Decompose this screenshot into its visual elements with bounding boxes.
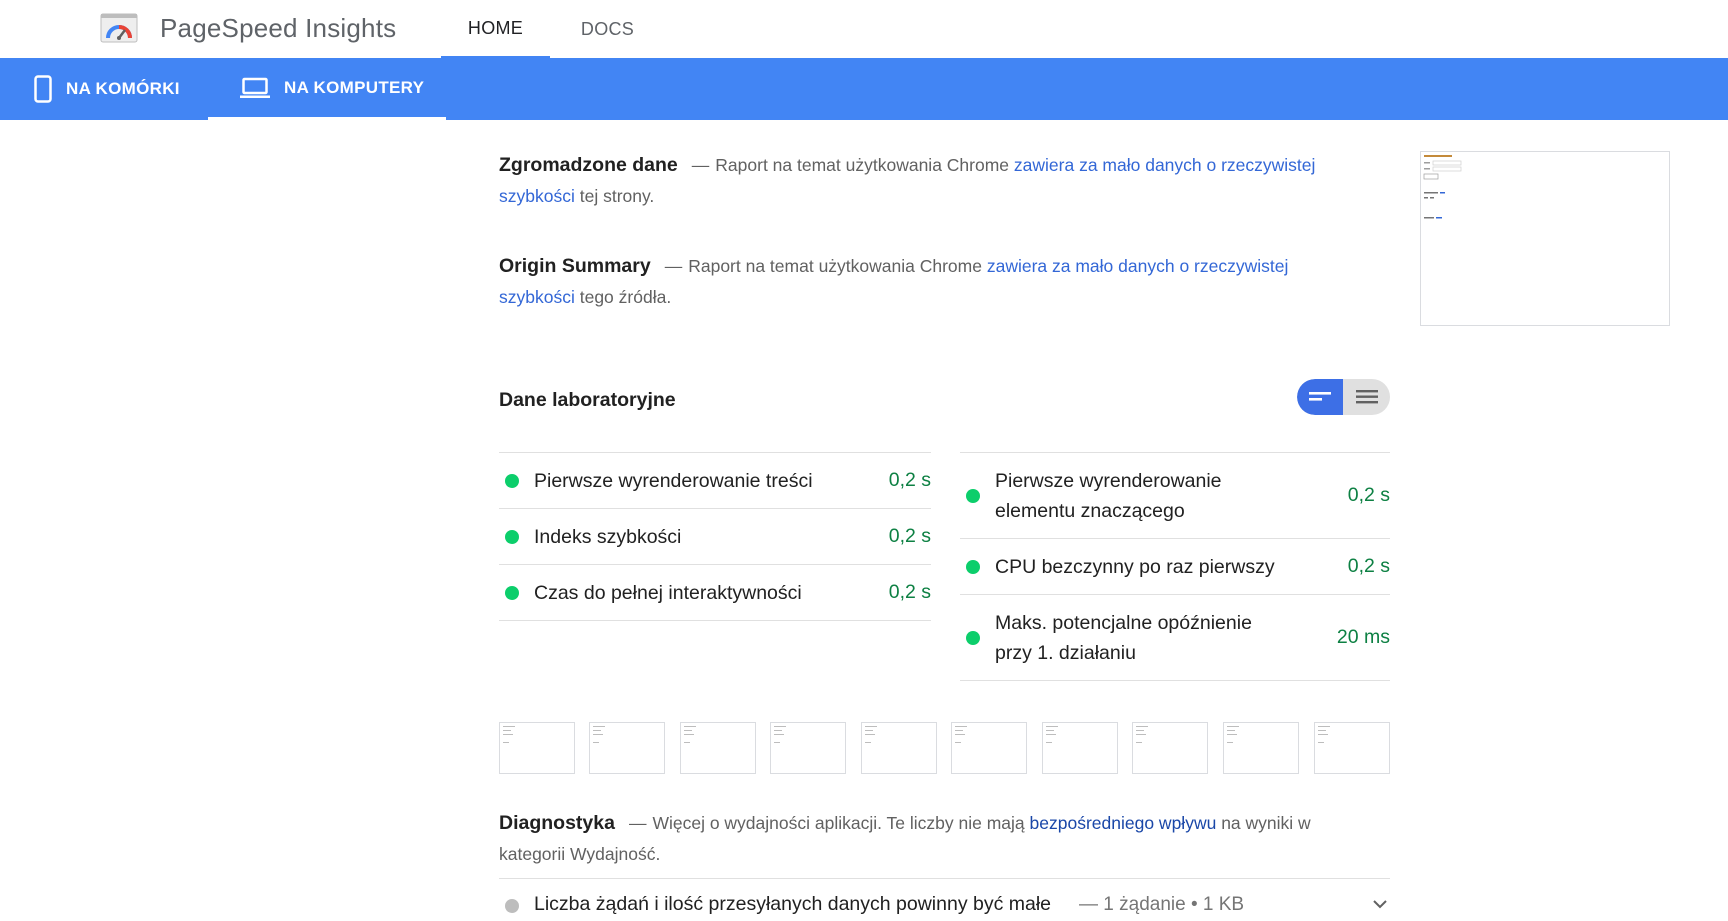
metric-row: CPU bezczynny po raz pierwszy 0,2 s xyxy=(960,538,1390,594)
diagnostics-title: Diagnostyka xyxy=(499,812,615,834)
origin-summary-text: Raport na temat użytkowania Chrome xyxy=(688,256,982,276)
list-lines-view-button[interactable] xyxy=(1343,379,1390,415)
filmstrip-frame xyxy=(499,722,575,774)
tab-desktop[interactable]: NA KOMPUTERY xyxy=(208,58,446,120)
pass-indicator-icon xyxy=(505,585,519,600)
filmstrip-frame xyxy=(680,722,756,774)
metric-label: Pierwsze wyrenderowanie treści xyxy=(534,469,813,492)
metric-row: Czas do pełnej interaktywności 0,2 s xyxy=(499,564,931,621)
metric-value: 20 ms xyxy=(1336,626,1390,648)
filmstrip-frame xyxy=(1042,722,1118,774)
app-title[interactable]: PageSpeed Insights xyxy=(160,13,396,44)
short-lines-view-button[interactable] xyxy=(1297,379,1343,415)
diagnostics-dash: — xyxy=(628,813,647,833)
metric-row: Pierwsze wyrenderowanie treści 0,2 s xyxy=(499,452,931,508)
filmstrip-frame xyxy=(770,722,846,774)
informative-indicator-icon xyxy=(505,899,519,913)
pass-indicator-icon xyxy=(505,473,519,488)
metric-label: Czas do pełnej interaktywności xyxy=(534,581,802,604)
smartphone-icon xyxy=(34,75,52,103)
laptop-icon xyxy=(240,77,270,98)
origin-summary-dash: — xyxy=(664,256,683,276)
short-lines-icon xyxy=(1309,392,1331,401)
metric-value: 0,2 s xyxy=(888,469,931,491)
list-lines-icon xyxy=(1355,390,1378,404)
top-header: PageSpeed Insights HOME DOCS xyxy=(0,0,1728,58)
filmstrip-frame xyxy=(589,722,665,774)
metric-label: Pierwsze wyrenderowanie elementu znacząc… xyxy=(995,469,1222,522)
pass-indicator-icon xyxy=(966,488,980,503)
metric-label: CPU bezczynny po raz pierwszy xyxy=(995,555,1275,578)
field-data-text-after: tej strony. xyxy=(579,186,655,206)
filmstrip-frame xyxy=(951,722,1027,774)
field-data-text: Raport na temat użytkowania Chrome xyxy=(715,155,1010,175)
lab-data-title: Dane laboratoryjne xyxy=(499,389,676,411)
nav-tab-docs[interactable]: DOCS xyxy=(570,0,645,58)
final-screenshot xyxy=(1420,151,1670,326)
metric-value: 0,2 s xyxy=(888,581,931,603)
view-toggle xyxy=(1297,379,1390,415)
audit-display-value: — 1 żądanie • 1 KB xyxy=(1079,894,1245,915)
field-data-section: Zgromadzone dane — Raport na temat użytkow… xyxy=(499,150,1329,212)
pagespeed-logo[interactable] xyxy=(100,12,138,44)
metrics-left-column: Pierwsze wyrenderowanie treści 0,2 s Ind… xyxy=(499,452,931,621)
origin-summary-section: Origin Summary — Raport na temat użytkowan… xyxy=(499,251,1329,313)
origin-summary-text-after: tego źródła. xyxy=(579,287,672,307)
metric-value: 0,2 s xyxy=(888,525,931,547)
metric-label: Maks. potencjalne opóźnienie przy 1. dzi… xyxy=(995,611,1252,664)
metric-row: Pierwsze wyrenderowanie elementu znacząc… xyxy=(960,452,1390,538)
audit-title: Liczba żądań i ilość przesyłanych danych… xyxy=(534,893,1052,915)
filmstrip-frame xyxy=(1223,722,1299,774)
diagnostics-link[interactable]: bezpośredniego wpływu xyxy=(1030,813,1217,833)
filmstrip xyxy=(499,722,1390,774)
metric-row: Indeks szybkości 0,2 s xyxy=(499,508,931,564)
pass-indicator-icon xyxy=(966,559,980,574)
filmstrip-frame xyxy=(1132,722,1208,774)
origin-summary-title: Origin Summary xyxy=(499,255,651,277)
metrics-right-column: Pierwsze wyrenderowanie elementu znacząc… xyxy=(960,452,1390,681)
metric-row: Maks. potencjalne opóźnienie przy 1. dzi… xyxy=(960,594,1390,681)
metric-label: Indeks szybkości xyxy=(534,525,682,548)
field-data-dash: — xyxy=(691,155,710,175)
metric-value: 0,2 s xyxy=(1347,555,1390,577)
audit-row[interactable]: Liczba żądań i ilość przesyłanych danych… xyxy=(499,878,1390,921)
pass-indicator-icon xyxy=(966,630,980,645)
tab-mobile-label: NA KOMÓRKI xyxy=(66,79,180,98)
tab-desktop-label: NA KOMPUTERY xyxy=(284,77,425,97)
device-tab-strip: NA KOMÓRKI NA KOMPUTERY xyxy=(0,58,1728,120)
field-data-title: Zgromadzone dane xyxy=(499,154,678,176)
pass-indicator-icon xyxy=(505,529,519,544)
tab-mobile[interactable]: NA KOMÓRKI xyxy=(30,58,205,120)
diagnostics-section: Diagnostyka — Więcej o wydajności aplikacj… xyxy=(499,808,1329,870)
filmstrip-frame xyxy=(861,722,937,774)
filmstrip-frame xyxy=(1314,722,1390,774)
chevron-down-icon[interactable] xyxy=(1372,899,1388,909)
nav-tab-home[interactable]: HOME xyxy=(441,0,550,58)
diagnostics-text: Więcej o wydajności aplikacji. Te liczby… xyxy=(652,813,1025,833)
metric-value: 0,2 s xyxy=(1347,484,1390,506)
